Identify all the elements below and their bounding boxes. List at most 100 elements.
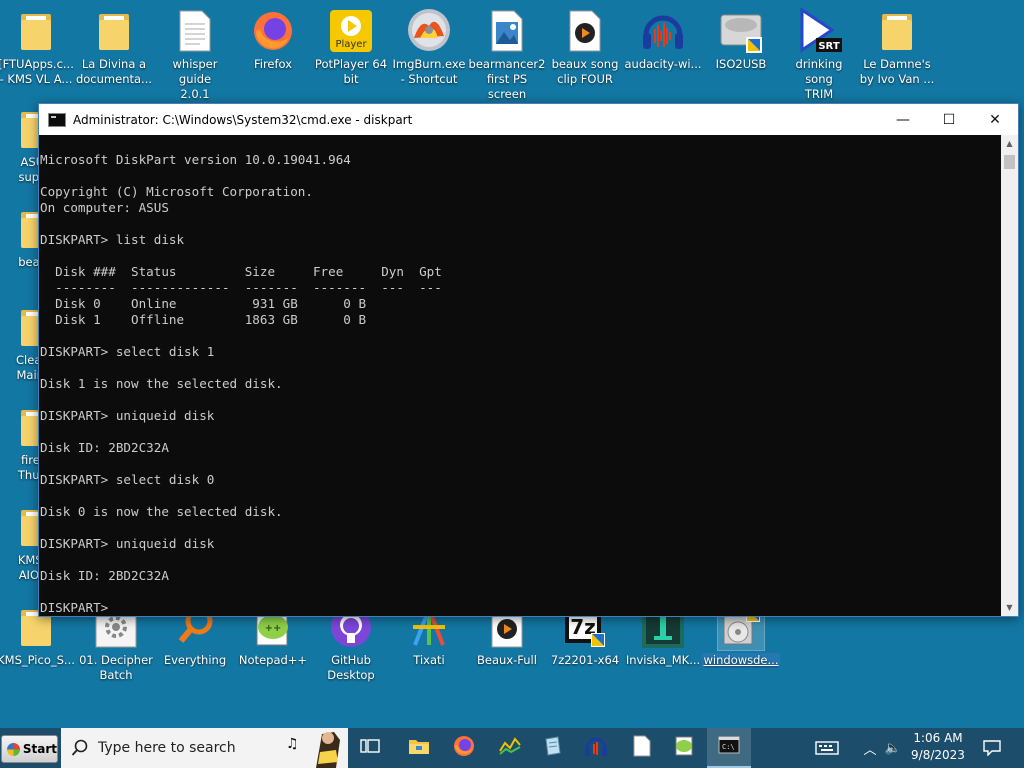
console-line: Disk 1 is now the selected disk.: [40, 376, 283, 391]
desktop-icon[interactable]: Player PotPlayer 64 bit: [312, 8, 390, 87]
cmd-app-icon[interactable]: [48, 112, 66, 127]
desktop-icon[interactable]: ImgBurn.exe - Shortcut: [390, 8, 468, 87]
vertical-scrollbar[interactable]: ▲ ▼: [1001, 135, 1018, 616]
console-line: Disk 1 Offline 1863 GB 0 B: [40, 312, 367, 327]
console-line: Disk 0 is now the selected disk.: [40, 504, 283, 519]
keyboard-button[interactable]: [812, 728, 842, 768]
notification-center-icon: [983, 740, 1001, 756]
taskbar-notepad-button[interactable]: [531, 728, 575, 768]
console-line: On computer: ASUS: [40, 200, 169, 215]
taskbar-notepadpp-button[interactable]: [662, 728, 706, 768]
search-icon: [71, 739, 88, 756]
minimize-button[interactable]: —: [880, 104, 926, 135]
chart-app-icon: [499, 735, 521, 761]
clock-time: 1:06 AM: [913, 731, 963, 745]
taskbar-chart-app-button[interactable]: [488, 728, 532, 768]
desktop-icon[interactable]: audacity-wi...: [624, 8, 702, 72]
taskbar-file-explorer-button[interactable]: [397, 728, 441, 768]
clock[interactable]: 1:06 AM 9/8/2023: [902, 730, 974, 764]
desktop-icon-label: Tixati: [413, 653, 445, 667]
minimize-icon: —: [896, 111, 910, 128]
image-file-icon: [484, 8, 530, 54]
search-placeholder: Type here to search: [98, 740, 236, 756]
console-line: Disk ID: 2BD2C32A: [40, 568, 169, 583]
desktop-icon[interactable]: [FTUApps.c... - KMS VL A...: [0, 8, 75, 87]
desktop-icon[interactable]: Le Damne's by Ivo Van ...: [858, 8, 936, 87]
task-view-icon: [360, 738, 380, 758]
svg-text:++: ++: [265, 623, 282, 634]
taskbar-task-view-button[interactable]: [348, 728, 392, 768]
firefox-icon: [250, 8, 296, 54]
taskbar-cmd-button[interactable]: C:\: [707, 728, 751, 768]
close-icon: ✕: [989, 111, 1001, 128]
text-file-icon: [633, 735, 651, 761]
windows-logo-icon: [7, 742, 20, 756]
svg-text:C:\: C:\: [722, 743, 735, 751]
desktop-icon-label: ImgBurn.exe - Shortcut: [392, 57, 466, 86]
console-line: DISKPART> select disk 1: [40, 344, 215, 359]
desktop-icon-label: whisper guide 2.0.1: [172, 57, 218, 101]
speaker-icon: 🔈: [884, 740, 902, 756]
video-file-icon: [562, 8, 608, 54]
desktop-icon[interactable]: Firefox: [234, 8, 312, 72]
firefox-icon: [453, 735, 475, 761]
desktop-icon-label: Notepad++: [238, 653, 308, 667]
console-line: Disk 0 Online 931 GB 0 B: [40, 296, 367, 311]
folder-icon: [91, 8, 137, 54]
desktop-icon-label: windowsde...: [702, 653, 780, 668]
taskbar-text-file-button[interactable]: [620, 728, 664, 768]
close-button[interactable]: ✕: [972, 104, 1018, 135]
desktop-icon-label: Inviska_MK...: [625, 653, 701, 667]
desktop-icon-label: Firefox: [253, 57, 293, 71]
desktop-icon-label: audacity-wi...: [624, 57, 702, 71]
show-hidden-icons-button[interactable]: ︿: [858, 728, 882, 768]
desktop-icon[interactable]: ISO2USB: [702, 8, 780, 72]
scroll-thumb[interactable]: [1004, 155, 1015, 169]
console-line: Disk ID: 2BD2C32A: [40, 440, 169, 455]
file-explorer-icon: [408, 737, 430, 759]
audacity-icon: [640, 8, 686, 54]
svg-text:SRT: SRT: [818, 41, 839, 52]
scroll-down-icon[interactable]: ▼: [1001, 599, 1018, 616]
desktop-icon-label: La Divina a documenta...: [75, 57, 153, 86]
desktop-icon-label: 7z2201-x64: [550, 653, 620, 667]
console-line: -------- ------------- ------- ------- -…: [40, 280, 442, 295]
notifications-button[interactable]: [978, 728, 1006, 768]
console-line: Disk ### Status Size Free Dyn Gpt: [40, 264, 442, 279]
console-line: DISKPART>: [40, 600, 116, 615]
start-label: Start: [22, 742, 57, 756]
console-output[interactable]: Microsoft DiskPart version 10.0.19041.96…: [39, 135, 1001, 616]
maximize-button[interactable]: ☐: [926, 104, 972, 135]
taskbar: Start Type here to search ♫ C:\ ︿ 🔈 1:06…: [0, 728, 1024, 768]
console-line: DISKPART> uniqueid disk: [40, 536, 215, 551]
desktop-icon[interactable]: SRT drinking song TRIM: [780, 8, 858, 102]
start-button[interactable]: Start: [1, 735, 58, 763]
volume-button[interactable]: 🔈: [882, 728, 904, 768]
cmd-window[interactable]: Administrator: C:\Windows\System32\cmd.e…: [38, 103, 1019, 617]
desktop-icon[interactable]: whisper guide 2.0.1: [156, 8, 234, 102]
taskbar-firefox-button[interactable]: [442, 728, 486, 768]
desktop-icon-label: bearmancer2 first PS screen: [468, 57, 546, 101]
text-document-icon: [172, 8, 218, 54]
scroll-up-icon[interactable]: ▲: [1001, 135, 1018, 152]
window-titlebar[interactable]: Administrator: C:\Windows\System32\cmd.e…: [39, 104, 1018, 135]
desktop-icon[interactable]: La Divina a documenta...: [75, 8, 153, 87]
taskbar-search[interactable]: Type here to search ♫: [61, 728, 348, 768]
desktop-icon[interactable]: beaux song clip FOUR: [546, 8, 624, 87]
desktop-icon[interactable]: bearmancer2 first PS screen: [468, 8, 546, 102]
desktop-icon-label: Beaux-Full: [477, 653, 537, 667]
keyboard-icon: [815, 741, 839, 755]
taskbar-audacity-button[interactable]: [574, 728, 618, 768]
svg-text:Player: Player: [335, 39, 367, 50]
desktop-icon-label: beaux song clip FOUR: [551, 57, 619, 86]
